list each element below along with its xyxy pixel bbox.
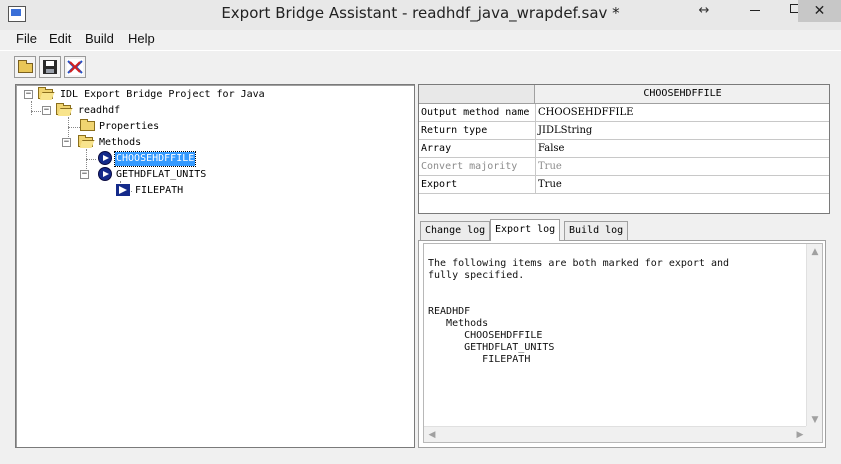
parameter-icon (116, 184, 130, 196)
scroll-down-icon[interactable]: ▼ (808, 413, 822, 427)
scroll-right-icon[interactable]: ▶ (793, 428, 807, 442)
tab-build-log[interactable]: Build log (564, 221, 629, 241)
export-log-text: The following items are both marked for … (428, 258, 730, 365)
build-button[interactable] (64, 56, 86, 78)
menu-file[interactable]: File (16, 31, 37, 46)
scroll-up-icon[interactable]: ▲ (808, 245, 822, 259)
tab-change-log[interactable]: Change log (420, 221, 491, 241)
minimize-button[interactable] (750, 10, 760, 11)
close-button[interactable]: ✕ (798, 0, 841, 22)
log-panel: The following items are both marked for … (418, 240, 826, 448)
open-folder-icon (18, 60, 33, 73)
method-icon (98, 151, 112, 165)
export-log-textbox[interactable]: The following items are both marked for … (423, 243, 823, 443)
menu-help[interactable]: Help (128, 31, 155, 46)
property-row-export[interactable]: Export True (419, 176, 829, 194)
property-row-convert-majority: Convert majority True (419, 158, 829, 176)
horizontal-scrollbar[interactable]: ◀ ▶ (424, 426, 808, 442)
property-value[interactable]: JIDLString (537, 122, 829, 139)
tab-export-log[interactable]: Export log (490, 219, 561, 241)
save-disk-icon (43, 60, 57, 74)
title-bar: Export Bridge Assistant - readhdf_java_w… (0, 0, 841, 30)
project-tree[interactable]: − IDL Export Bridge Project for Java − r… (15, 84, 415, 448)
toolbar (0, 50, 841, 82)
property-grid-header: CHOOSEHDFFILE (419, 85, 829, 104)
property-name: Convert majority (419, 158, 536, 175)
property-value[interactable]: False (537, 140, 829, 157)
build-wizard-icon (67, 59, 83, 75)
collapse-toggle[interactable]: − (80, 170, 89, 179)
tree-label-method-gethdflat-units[interactable]: GETHDFLAT_UNITS (115, 168, 207, 182)
property-value: True (538, 161, 562, 172)
open-button[interactable] (14, 56, 36, 78)
property-value[interactable]: CHOOSEHDFFILE (537, 104, 829, 121)
tree-label-param-filepath[interactable]: FILEPATH (134, 184, 184, 198)
log-tabs: Change log Export log Build log (418, 219, 830, 241)
folder-open-icon (78, 135, 93, 147)
property-row-return-type[interactable]: Return type JIDLString (419, 122, 829, 140)
property-name: Array (419, 140, 536, 157)
vertical-scrollbar[interactable]: ▲ ▼ (806, 244, 822, 428)
property-grid-corner (419, 85, 535, 103)
tree-label-method-choosehdffile[interactable]: CHOOSEHDFFILE (113, 151, 197, 167)
property-name: Export (419, 176, 536, 193)
scroll-corner (806, 426, 822, 442)
property-name: Output method name (419, 104, 536, 121)
folder-icon (80, 119, 95, 131)
menu-build[interactable]: Build (85, 31, 114, 46)
folder-open-icon (56, 103, 71, 115)
menu-bar: File Edit Build Help (0, 30, 841, 48)
tree-label-root[interactable]: IDL Export Bridge Project for Java (59, 88, 266, 102)
property-value[interactable]: True (537, 176, 829, 193)
collapse-toggle[interactable]: − (42, 106, 51, 115)
folder-open-icon (38, 87, 53, 99)
property-name: Return type (419, 122, 536, 139)
collapse-toggle[interactable]: − (62, 138, 71, 147)
tree-label-properties[interactable]: Properties (98, 120, 160, 134)
property-grid-title: CHOOSEHDFFILE (643, 88, 722, 99)
collapse-toggle[interactable]: − (24, 90, 33, 99)
scroll-left-icon[interactable]: ◀ (425, 428, 439, 442)
save-button[interactable] (39, 56, 61, 78)
property-grid: CHOOSEHDFFILE Output method name CHOOSEH… (418, 84, 830, 214)
menu-edit[interactable]: Edit (49, 31, 71, 46)
property-row-array[interactable]: Array False (419, 140, 829, 158)
tree-label-methods[interactable]: Methods (98, 136, 142, 150)
resize-arrows-icon: ↔ (698, 3, 710, 18)
tree-label-object[interactable]: readhdf (77, 104, 121, 118)
method-icon (98, 167, 112, 181)
property-row-output-method-name[interactable]: Output method name CHOOSEHDFFILE (419, 104, 829, 122)
